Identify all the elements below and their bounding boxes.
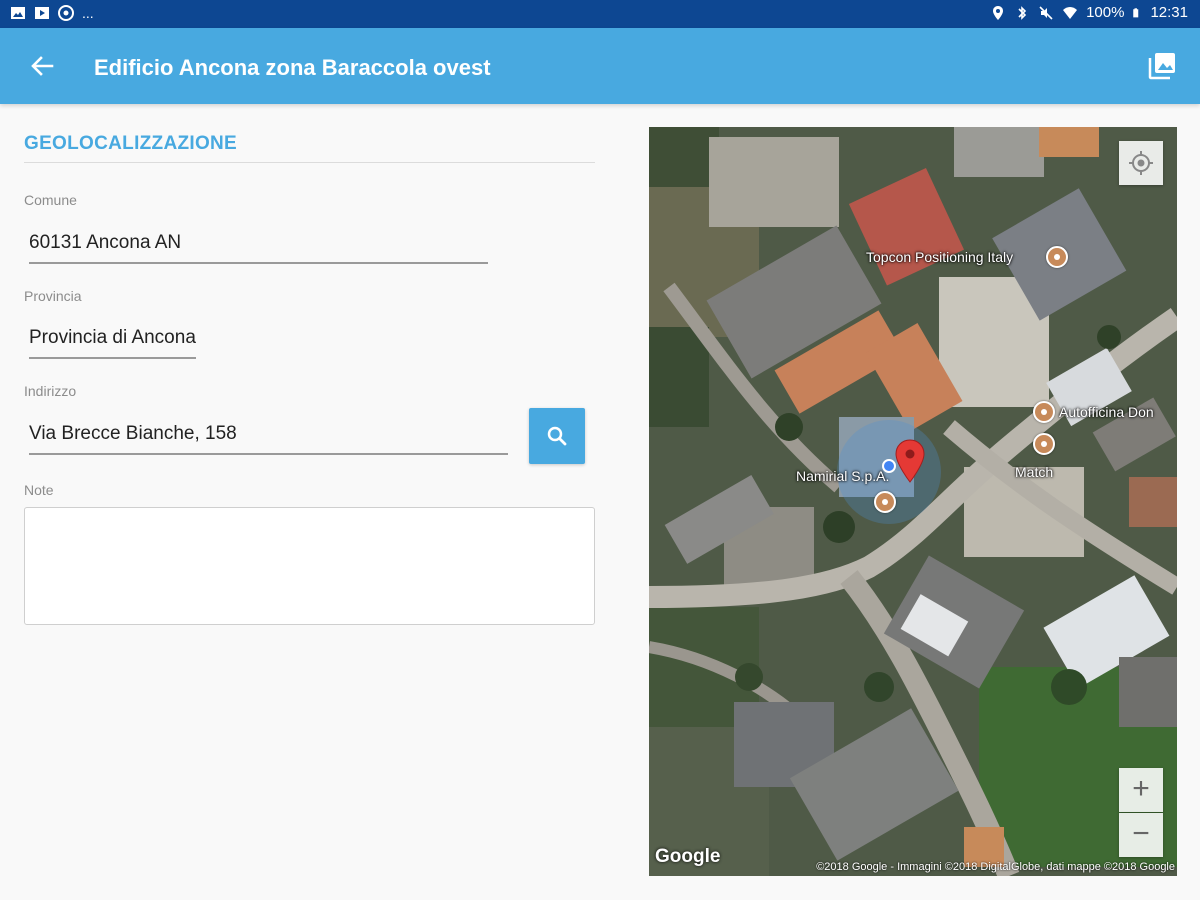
mute-icon: [1039, 5, 1053, 20]
place-label-autofficina: Autofficina Don: [1059, 404, 1154, 420]
battery-percent: 100%: [1086, 4, 1125, 21]
app-bar: Edificio Ancona zona Baraccola ovest: [0, 28, 1200, 104]
satellite-map[interactable]: Topcon Positioning Italy Autofficina Don…: [649, 127, 1177, 876]
status-time: 12:31: [1150, 4, 1188, 21]
comune-field[interactable]: [29, 230, 488, 264]
zoom-out-button[interactable]: −: [1119, 813, 1163, 857]
indirizzo-label: Indirizzo: [24, 383, 77, 399]
back-button[interactable]: [22, 46, 62, 86]
location-icon: [993, 5, 1004, 20]
page-title: Edificio Ancona zona Baraccola ovest: [94, 55, 491, 80]
arrow-back-icon: [31, 56, 54, 76]
image-icon: [11, 7, 25, 19]
poi-namirial[interactable]: [874, 491, 896, 513]
status-overflow: ...: [82, 5, 94, 21]
battery-icon: [1133, 7, 1139, 17]
comune-label: Comune: [24, 192, 77, 208]
chrome-icon: [58, 5, 74, 21]
poi-topcon[interactable]: [1046, 246, 1068, 268]
status-left: ...: [10, 5, 94, 21]
map-marker-icon[interactable]: [895, 439, 925, 483]
photo-gallery-button[interactable]: [1146, 50, 1178, 82]
provincia-label: Provincia: [24, 288, 82, 304]
media-icon: [35, 7, 49, 19]
wifi-icon: [1063, 6, 1078, 19]
place-label-match: Match: [1015, 464, 1054, 480]
search-icon: [547, 426, 567, 446]
map-attribution: ©2018 Google - Immagini ©2018 DigitalGlo…: [816, 861, 1175, 873]
my-location-dot: [882, 459, 896, 473]
poi-autofficina[interactable]: [1033, 401, 1055, 423]
place-label-topcon: Topcon Positioning Italy: [866, 249, 1014, 265]
bluetooth-icon: [1018, 5, 1027, 20]
status-right: 100% 12:31: [990, 4, 1188, 21]
search-address-button[interactable]: [529, 408, 585, 464]
indirizzo-field[interactable]: [29, 421, 508, 455]
photo-library-icon: [1148, 53, 1175, 80]
note-field[interactable]: [24, 507, 595, 625]
zoom-in-button[interactable]: +: [1119, 768, 1163, 812]
poi-match[interactable]: [1033, 433, 1055, 455]
google-logo: Google: [655, 846, 721, 867]
section-title: GEOLOCALIZZAZIONE: [24, 133, 238, 154]
provincia-field[interactable]: [29, 325, 196, 359]
my-location-button[interactable]: [1119, 141, 1163, 185]
section-divider: [24, 162, 595, 163]
note-label: Note: [24, 482, 54, 498]
status-bar: ... 100% 12:31: [0, 0, 1200, 28]
satellite-imagery: [649, 127, 1177, 876]
gps-icon: [1129, 151, 1153, 175]
place-label-namirial: Namirial S.p.A.: [796, 468, 890, 484]
